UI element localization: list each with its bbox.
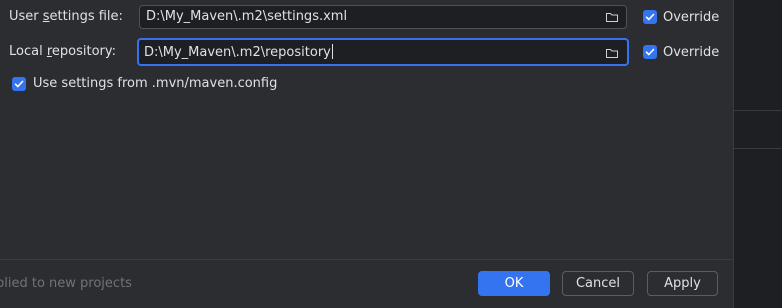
cancel-button[interactable]: Cancel [562,271,634,296]
use-mvn-config-checkbox[interactable] [12,77,26,91]
local-repository-value-wrap[interactable]: D:\My_Maven\.m2\repository [144,44,333,60]
apply-button[interactable]: Apply [647,271,718,296]
checkmark-icon [645,48,655,56]
local-repository-label-pre: Local [9,44,47,59]
user-settings-label-pre: User [9,9,43,24]
background-window-strip [733,0,782,308]
checkmark-icon [645,13,655,21]
local-repository-label-post: epository: [51,44,117,59]
local-repository-override-checkbox[interactable] [643,45,657,59]
user-settings-override-checkbox[interactable] [643,10,657,24]
user-settings-field[interactable]: D:\My_Maven\.m2\settings.xml [139,5,627,29]
local-repository-field[interactable]: D:\My_Maven\.m2\repository [137,38,629,66]
user-settings-label-accel: s [42,9,50,24]
strip-divider [734,110,782,111]
user-settings-label-post: ettings file: [49,9,123,24]
local-repository-label: Local repository: [9,44,116,59]
checkmark-icon [14,80,24,88]
user-settings-value[interactable]: D:\My_Maven\.m2\settings.xml [146,9,347,24]
local-repository-override-label[interactable]: Override [663,45,719,60]
maven-settings-panel: User settings file: D:\My_Maven\.m2\sett… [0,0,733,308]
footer-hint-text: plied to new projects [0,276,132,291]
footer-divider [0,259,733,260]
text-caret [331,44,333,59]
use-mvn-config-label[interactable]: Use settings from .mvn/maven.config [33,76,277,91]
folder-icon[interactable] [605,46,619,60]
folder-icon[interactable] [605,10,619,24]
local-repository-value[interactable]: D:\My_Maven\.m2\repository [144,45,331,60]
strip-divider [734,148,782,149]
user-settings-override-label[interactable]: Override [663,10,719,25]
ok-button[interactable]: OK [478,271,550,296]
user-settings-label: User settings file: [9,9,123,24]
